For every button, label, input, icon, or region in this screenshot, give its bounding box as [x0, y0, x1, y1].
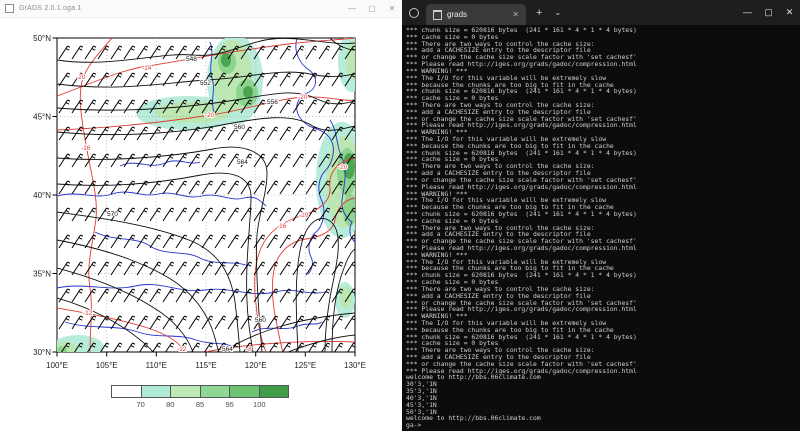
grads-window-controls: — ▢ ✕ — [342, 0, 402, 17]
weather-map: 548 552 556 560 564 570 560 564 -14 -20 … — [0, 0, 402, 431]
y-axis-label: 45°N — [33, 113, 51, 122]
temp-label: -12 — [177, 346, 187, 353]
grads-minimize-button[interactable]: — — [342, 0, 362, 17]
temp-label: -16 — [277, 223, 287, 230]
terminal-tab-title: grads — [447, 10, 467, 19]
height-label: 564 — [222, 346, 233, 353]
terminal-app-icon — [409, 8, 419, 18]
temp-label: -8 — [246, 346, 252, 353]
height-label: 560 — [255, 317, 266, 324]
colorbar-value: 80 — [158, 400, 182, 409]
height-label: 556 — [267, 99, 278, 106]
grads-close-button[interactable]: ✕ — [382, 0, 402, 17]
terminal-window-controls: — ▢ ✕ — [737, 0, 800, 25]
grads-tab-icon — [433, 10, 442, 20]
colorbar-labels: 70 80 85 95 100 — [111, 400, 289, 410]
new-tab-button[interactable]: + — [536, 7, 542, 19]
temp-label: -16 — [81, 145, 91, 152]
grads-maximize-button[interactable]: ▢ — [362, 0, 382, 17]
temp-label: -14 — [142, 65, 152, 72]
terminal-minimize-button[interactable]: — — [737, 0, 758, 25]
colorbar-segment — [259, 386, 289, 397]
grads-window-title: GrADS 2.0.1.oga.1 — [19, 5, 82, 12]
colorbar-segment — [200, 386, 230, 397]
colorbar-segment — [170, 386, 200, 397]
y-axis-labels: 50°N 45°N 40°N 35°N 30°N — [33, 34, 51, 357]
x-axis-label: 105°E — [96, 361, 118, 370]
terminal-output[interactable]: *** chunk size = 620816 bytes (241 * 161… — [402, 25, 800, 429]
y-axis-label: 50°N — [33, 34, 51, 43]
temp-label: -20 — [76, 74, 86, 81]
grads-titlebar: GrADS 2.0.1.oga.1 — ▢ ✕ — [0, 0, 402, 18]
terminal-close-button[interactable]: ✕ — [779, 0, 800, 25]
colorbar-value: 100 — [247, 400, 271, 409]
x-axis-label: 115°E — [195, 361, 216, 370]
x-axis-labels: 100°E 105°E 110°E 115°E 120°E 125°E 130°… — [46, 361, 366, 370]
height-label: 570 — [107, 211, 118, 218]
temp-label: -12 — [83, 310, 93, 317]
height-label: 560 — [234, 124, 245, 131]
temp-label: -20 — [205, 112, 215, 119]
colorbar-value: 85 — [188, 400, 212, 409]
height-label: 564 — [237, 159, 248, 166]
x-axis-label: 110°E — [146, 361, 167, 370]
grads-app-icon — [5, 4, 14, 13]
terminal-maximize-button[interactable]: ▢ — [758, 0, 779, 25]
x-axis-label: 125°E — [294, 361, 316, 370]
tab-dropdown-icon[interactable]: ⌄ — [554, 8, 561, 17]
colorbar-segment — [112, 386, 141, 397]
grads-map-canvas: 548 552 556 560 564 570 560 564 -14 -20 … — [0, 0, 402, 431]
terminal-titlebar: grads ✕ + ⌄ — ▢ ✕ — [402, 0, 800, 25]
height-label: 548 — [186, 56, 197, 63]
temp-label: -20 — [338, 164, 348, 171]
temp-label: -20 — [298, 94, 308, 101]
colorbar — [111, 385, 289, 398]
colorbar-value: 95 — [218, 400, 242, 409]
terminal-window: grads ✕ + ⌄ — ▢ ✕ *** chunk size = 62081… — [402, 0, 800, 431]
tab-close-icon[interactable]: ✕ — [512, 10, 519, 19]
y-axis-label: 30°N — [33, 348, 51, 357]
y-axis-label: 40°N — [33, 191, 51, 200]
x-axis-label: 100°E — [46, 361, 68, 370]
x-axis-label: 130°E — [344, 361, 366, 370]
y-axis-label: 35°N — [33, 270, 51, 279]
colorbar-value: 70 — [129, 400, 153, 409]
height-label: 552 — [200, 80, 211, 87]
grads-window: GrADS 2.0.1.oga.1 — ▢ ✕ — [0, 0, 402, 431]
colorbar-segment — [229, 386, 259, 397]
temp-label: -20 — [299, 212, 309, 219]
terminal-tab-grads[interactable]: grads ✕ — [426, 4, 526, 25]
x-axis-label: 120°E — [245, 361, 267, 370]
screen: GrADS 2.0.1.oga.1 — ▢ ✕ — [0, 0, 800, 431]
colorbar-segment — [141, 386, 171, 397]
